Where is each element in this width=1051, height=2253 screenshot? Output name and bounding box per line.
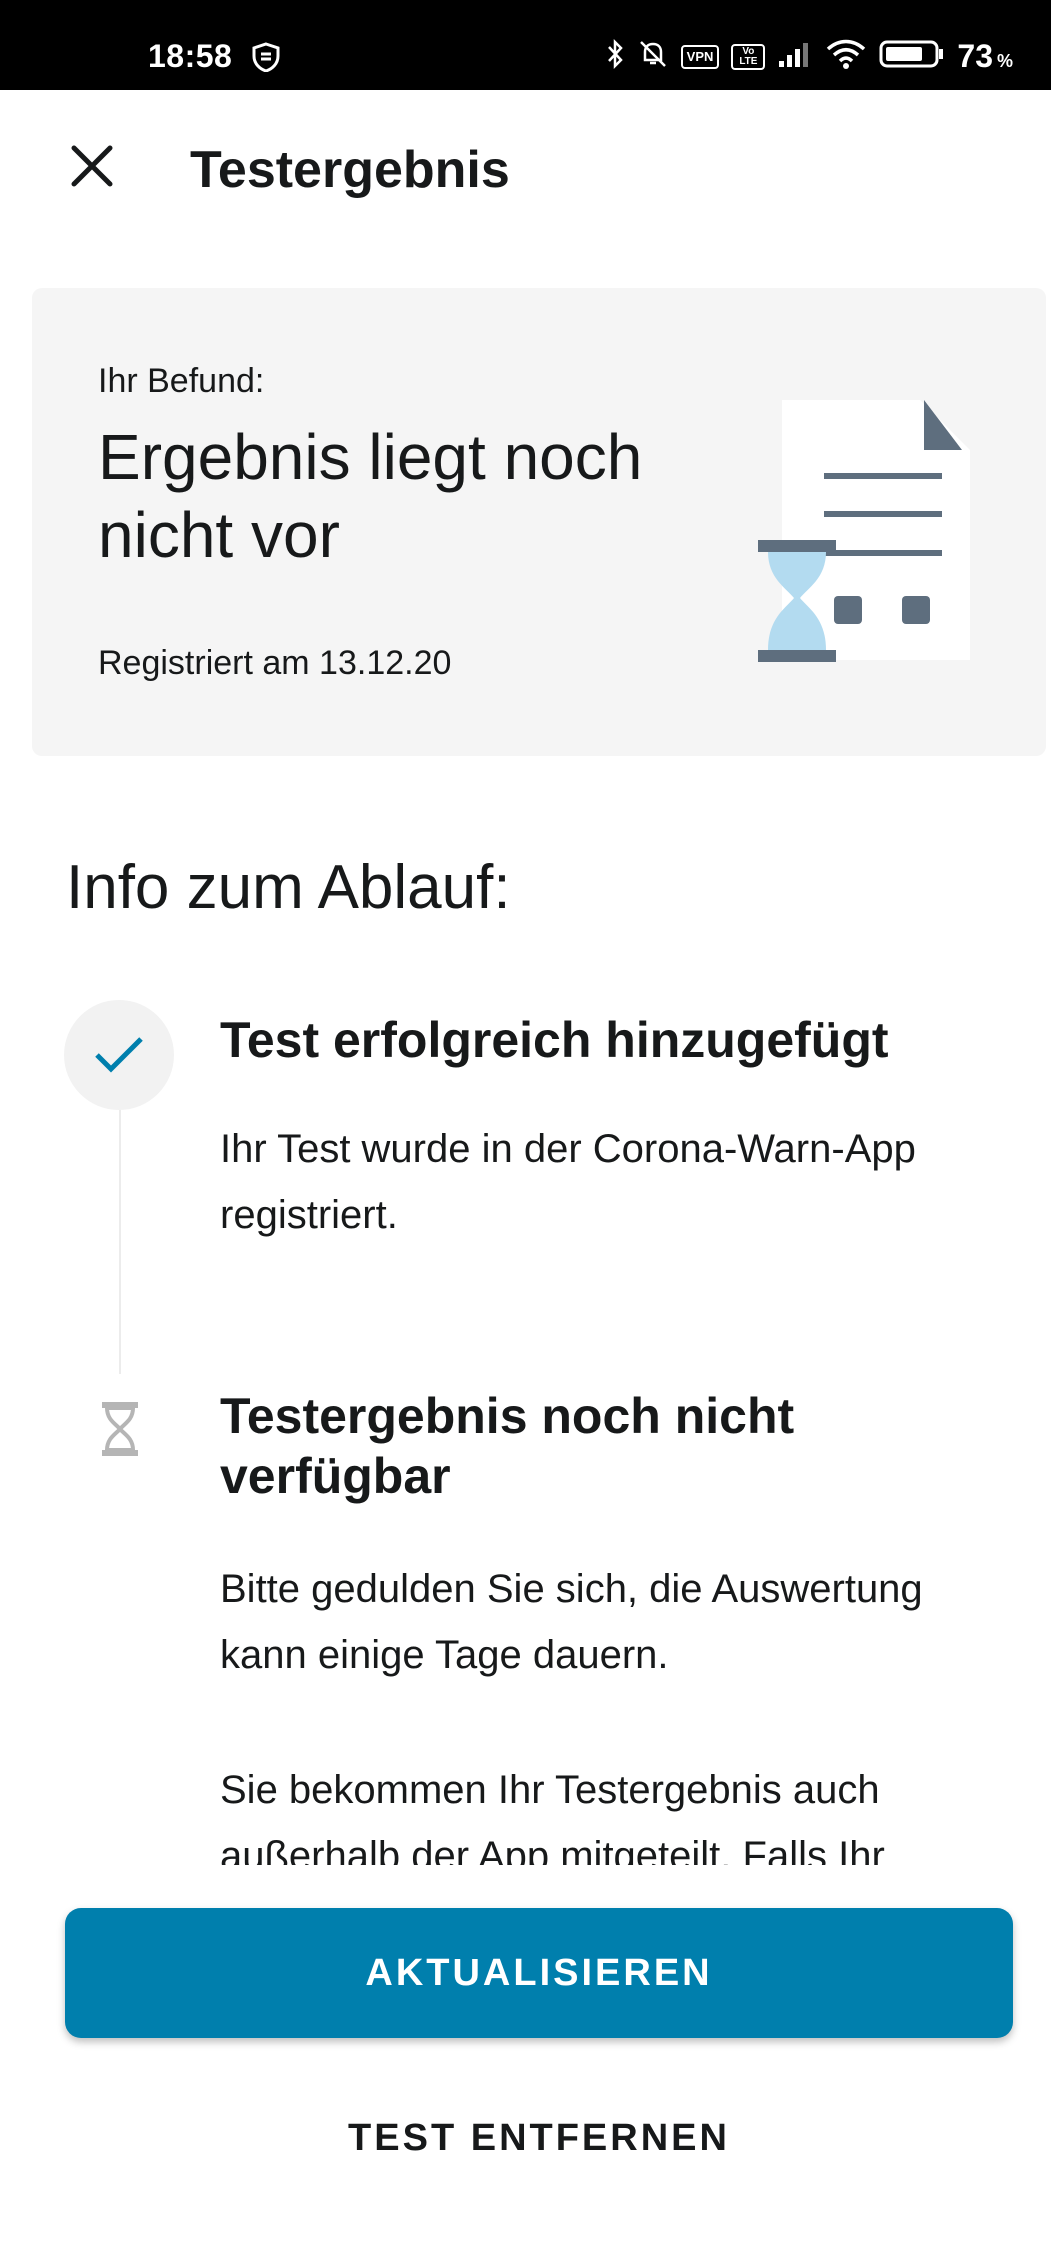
step-title-added: Test erfolgreich hinzugefügt bbox=[220, 1012, 889, 1068]
battery-percent-sign: % bbox=[996, 51, 1013, 71]
bottom-actions: AKTUALISIEREN TEST ENTFERNEN bbox=[0, 1868, 1051, 2253]
bell-off-icon bbox=[637, 38, 669, 75]
status-bar: 18:58 VPN Vo LTE 73 % bbox=[0, 0, 1051, 90]
step-text-pending: Bitte gedulden Sie sich, die Auswertung … bbox=[220, 1567, 923, 1677]
result-card: Ihr Befund: Ergebnis liegt noch nicht vo… bbox=[32, 288, 1046, 756]
step-status-circle bbox=[64, 1000, 174, 1110]
step-text-added: Ihr Test wurde in der Corona-Warn-App re… bbox=[220, 1127, 916, 1237]
app-bar: Testergebnis bbox=[0, 90, 1051, 250]
remove-test-button[interactable]: TEST ENTFERNEN bbox=[65, 2088, 1013, 2188]
document-hourglass-illustration bbox=[750, 400, 990, 675]
battery-icon bbox=[879, 38, 945, 75]
close-button[interactable] bbox=[52, 126, 132, 206]
vpn-icon: VPN bbox=[680, 44, 720, 69]
registration-date: Registriert am 13.12.20 bbox=[98, 644, 452, 682]
step-title-pending: Testergebnis noch nicht verfügbar bbox=[220, 1388, 795, 1504]
refresh-button[interactable]: AKTUALISIEREN bbox=[65, 1908, 1013, 2038]
result-status: Ergebnis liegt noch nicht vor bbox=[98, 421, 643, 571]
signal-icon bbox=[777, 39, 813, 74]
scroll-content-clip: Sie bekommen Ihr Testergebnis auch außer… bbox=[0, 1740, 1051, 1865]
page-title: Testergebnis bbox=[190, 141, 510, 199]
result-label: Ihr Befund: bbox=[98, 362, 265, 400]
battery-percent: 73 bbox=[957, 38, 993, 74]
close-icon bbox=[71, 145, 113, 187]
hourglass-icon bbox=[100, 1400, 140, 1463]
info-heading: Info zum Ablauf: bbox=[66, 853, 511, 922]
status-time: 18:58 bbox=[148, 38, 233, 74]
step-text-pending-more: Sie bekommen Ihr Testergebnis auch außer… bbox=[220, 1768, 885, 1865]
status-icons: VPN Vo LTE 73 % bbox=[605, 38, 1013, 75]
check-icon bbox=[95, 1037, 143, 1073]
volte-icon: Vo LTE bbox=[731, 43, 766, 70]
timeline-connector bbox=[119, 1106, 121, 1374]
shield-icon bbox=[252, 42, 280, 77]
bluetooth-icon bbox=[605, 38, 625, 75]
wifi-icon bbox=[825, 38, 867, 75]
